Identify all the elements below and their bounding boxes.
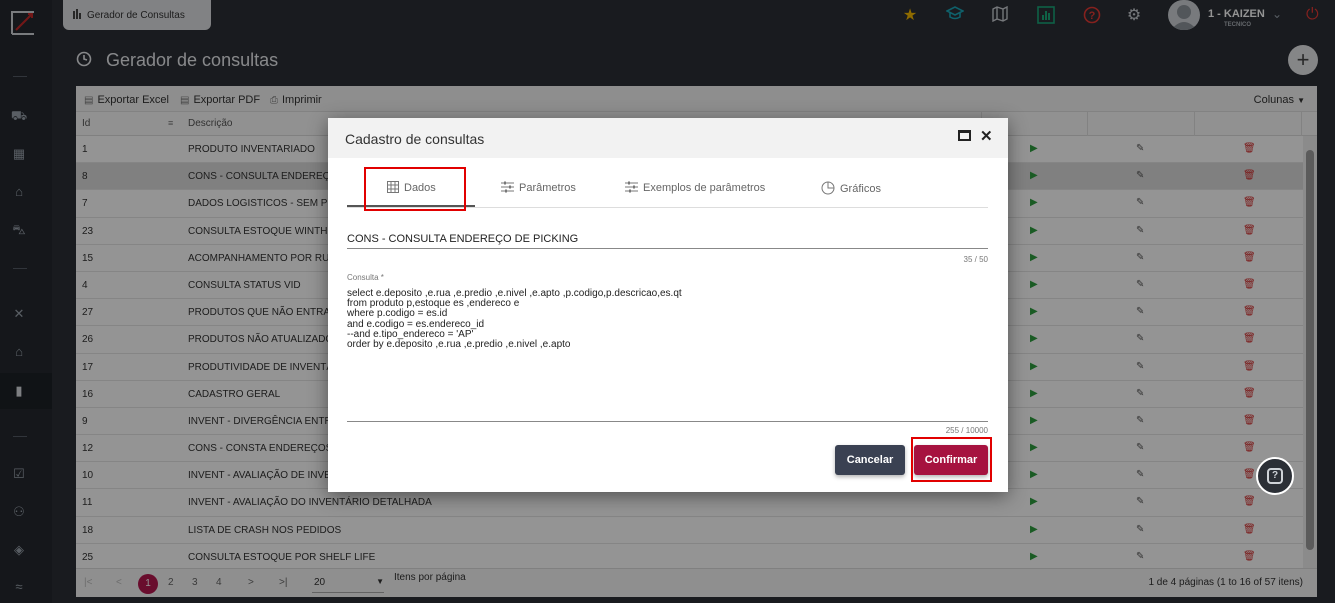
dialog-title: Cadastro de consultas	[345, 131, 485, 147]
sql-textarea[interactable]: select e.deposito ,e.rua ,e.predio ,e.ni…	[347, 288, 682, 350]
tab-graficos[interactable]: Gráficos	[821, 181, 881, 195]
cancel-button[interactable]: Cancelar	[835, 445, 905, 475]
tab-parametros[interactable]: Parâmetros	[501, 181, 576, 194]
tab-graficos-label: Gráficos	[840, 183, 881, 195]
question-bubble-icon: ?	[1267, 468, 1283, 484]
highlight-box-confirm	[911, 437, 992, 482]
name-counter: 35 / 50	[963, 255, 988, 264]
sql-underline	[347, 421, 988, 422]
maximize-icon[interactable]	[958, 130, 971, 141]
tab-parametros-label: Parâmetros	[519, 182, 576, 194]
tab-exemplos-label: Exemplos de parâmetros	[643, 182, 766, 194]
query-dialog: Cadastro de consultas ✕ Dados Parâmetros…	[328, 118, 1008, 492]
dialog-header: Cadastro de consultas ✕	[328, 118, 1008, 158]
query-name-input[interactable]: CONS - CONSULTA ENDEREÇO DE PICKING	[347, 233, 578, 245]
tab-exemplos[interactable]: Exemplos de parâmetros	[625, 181, 765, 194]
sliders-icon	[625, 181, 638, 193]
pie-chart-icon	[821, 181, 835, 195]
sliders-icon	[501, 181, 514, 193]
sql-label: Consulta *	[347, 273, 384, 282]
name-underline	[347, 248, 988, 249]
help-chat-button[interactable]: ?	[1256, 457, 1294, 495]
sql-counter: 255 / 10000	[945, 426, 988, 435]
close-icon[interactable]: ✕	[980, 127, 993, 145]
highlight-box-dados	[364, 167, 466, 211]
